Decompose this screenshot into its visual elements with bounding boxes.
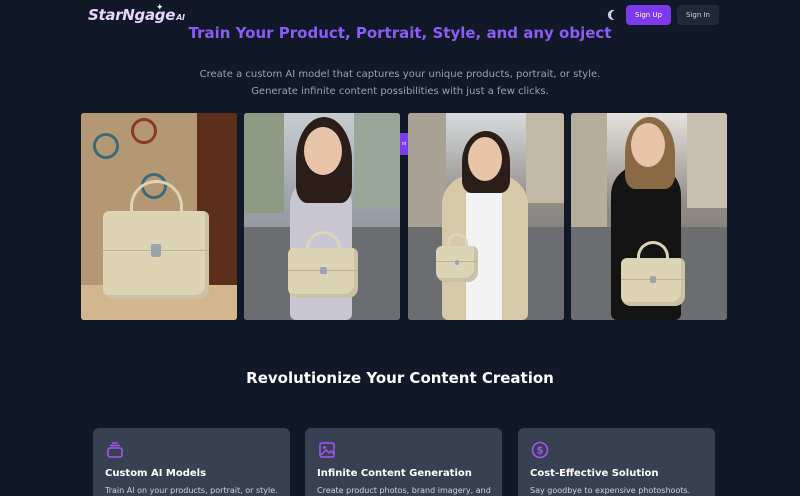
dark-mode-toggle-icon[interactable]: [610, 9, 623, 22]
feature-card-title: Custom AI Models: [105, 468, 207, 479]
features-section-title: Revolutionize Your Content Creation: [246, 369, 554, 387]
svg-text:$: $: [537, 446, 544, 457]
image-icon: [317, 440, 337, 460]
gallery-image-model-street-1: [244, 113, 400, 320]
feature-card-title: Infinite Content Generation: [317, 468, 472, 479]
carousel-overlay-badge[interactable]: ni: [400, 133, 408, 155]
brand-logo[interactable]: StarNgageAI ✦: [88, 3, 185, 24]
sign-in-button[interactable]: Sign In: [677, 5, 719, 25]
stack-icon: [105, 440, 125, 460]
feature-card-custom-ai-models: Custom AI Models Train AI on your produc…: [93, 428, 290, 496]
gallery-image-handbag-product: [81, 113, 237, 320]
logo-suffix: AI: [176, 13, 185, 22]
sparkle-icon: ✦: [156, 3, 164, 13]
feature-card-title: Cost-Effective Solution: [530, 468, 659, 479]
hero-subtitle-line1: Create a custom AI model that captures y…: [199, 69, 601, 80]
feature-card-cost-effective: $ Cost-Effective Solution Say goodbye to…: [518, 428, 715, 496]
gallery-image-model-black-outfit: [571, 113, 727, 320]
feature-card-desc: Say goodbye to expensive photoshoots.: [530, 486, 691, 495]
feature-card-infinite-content: Infinite Content Generation Create produ…: [305, 428, 502, 496]
feature-card-desc: Train AI on your products, portrait, or …: [105, 486, 278, 495]
feature-card-desc: Create product photos, brand imagery, an…: [317, 486, 491, 495]
gallery-image-model-blazer: [408, 113, 564, 320]
sign-up-button[interactable]: Sign Up: [626, 5, 671, 25]
hero-title: Train Your Product, Portrait, Style, and…: [188, 24, 612, 42]
dollar-icon: $: [530, 440, 550, 460]
hero-subtitle-line2: Generate infinite content possibilities …: [251, 86, 549, 97]
